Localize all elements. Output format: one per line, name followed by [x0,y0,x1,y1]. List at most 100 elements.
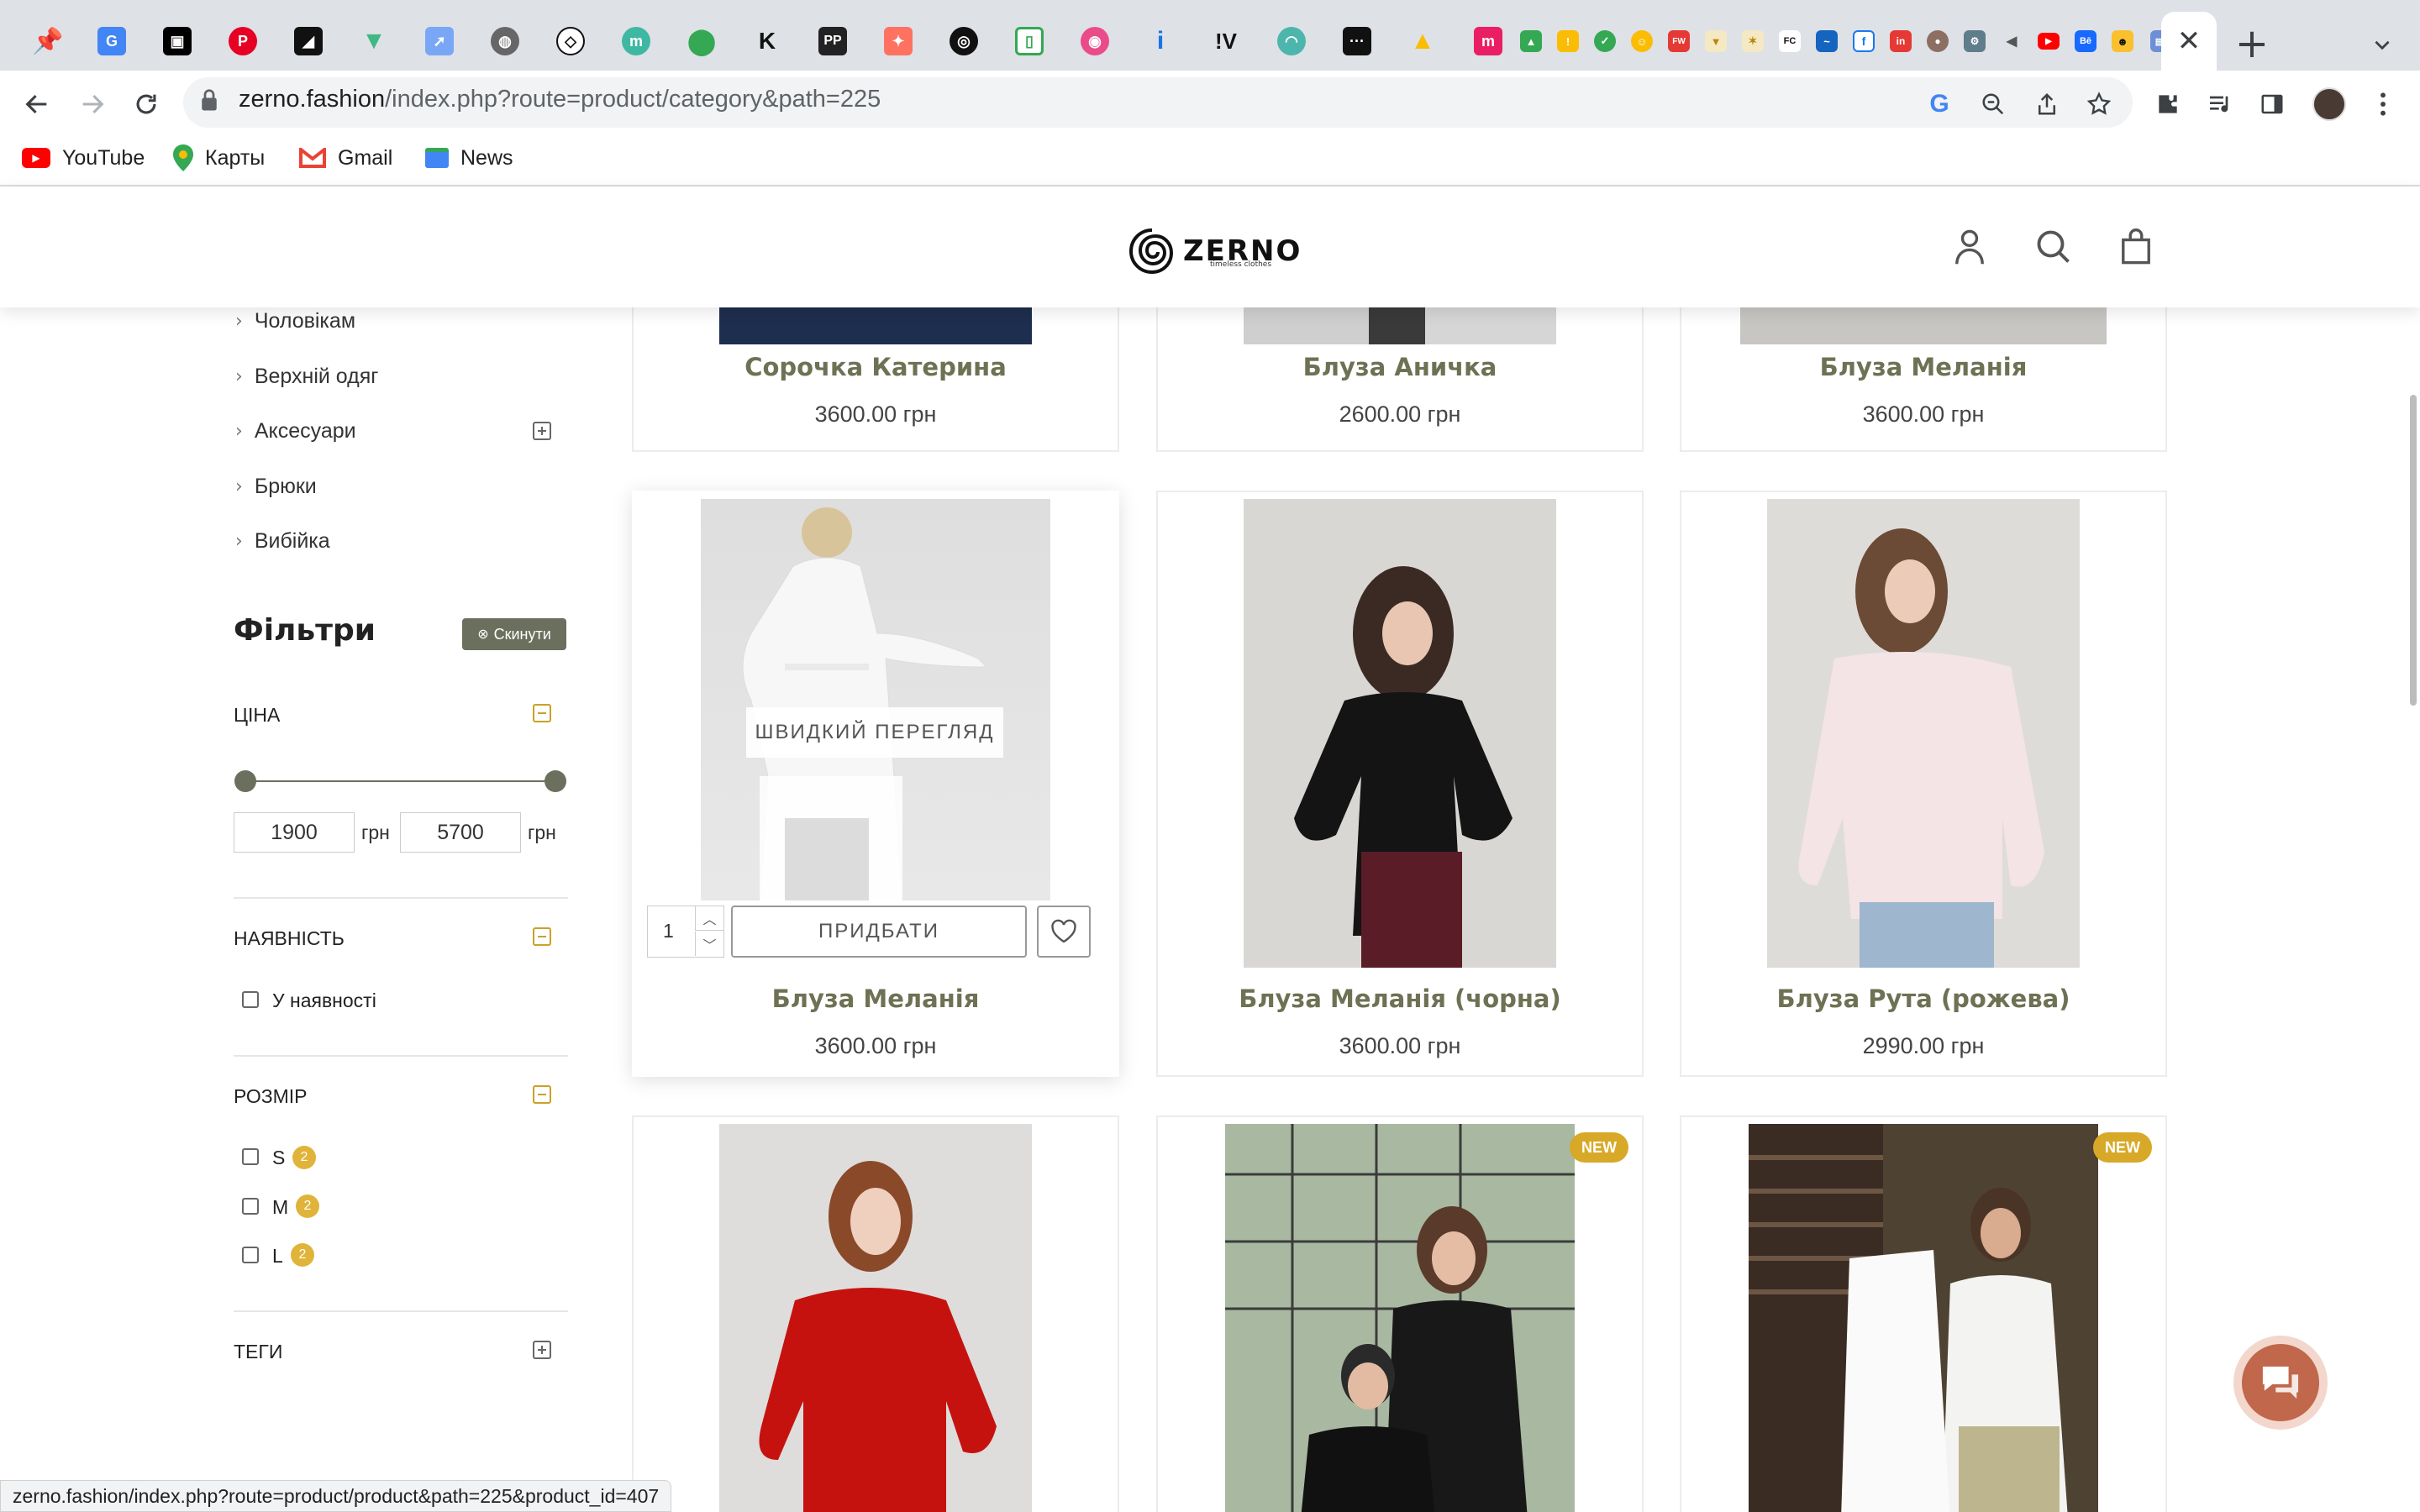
tab-robot[interactable]: ☻ [2104,12,2141,71]
tab-dribbble[interactable]: ◉ [1065,12,1124,71]
product-name[interactable]: Блуза Рута (рожева) [1681,984,2165,1013]
category-outerwear[interactable]: › Верхній одяг [235,365,378,389]
collapse-availability-icon[interactable] [533,927,551,946]
product-image[interactable] [1740,307,2107,344]
chat-widget-button[interactable] [2233,1336,2328,1430]
media-icon[interactable] [2196,81,2244,128]
tab-star[interactable]: ✶ [1734,12,1771,71]
product-card[interactable]: Блуза Меланія 3600.00 грн [1680,286,2167,452]
product-image[interactable] [719,1124,1032,1512]
tab-note[interactable]: ! [1549,12,1586,71]
tab-info[interactable]: i [1131,12,1190,71]
expand-accessories-icon[interactable] [533,422,551,440]
tab-spiral[interactable]: ◎ [934,12,993,71]
tab-globe[interactable]: ◍ [476,12,534,71]
product-card[interactable]: Блуза Меланія 3600.00 грн [632,491,1119,1077]
lock-icon[interactable] [198,87,220,117]
close-icon[interactable]: ✕ [2177,24,2202,58]
tab-behance[interactable]: Bē [2067,12,2104,71]
quantity-down-icon[interactable]: ﹀ [695,932,723,956]
product-image[interactable] [1244,499,1556,968]
in-stock-checkbox[interactable] [242,991,259,1008]
tab-k[interactable]: K [738,12,797,71]
search-icon[interactable] [2032,225,2075,269]
wishlist-button[interactable] [1037,906,1091,958]
account-icon[interactable] [1948,225,1991,269]
google-lens-icon[interactable]: G [1916,81,1963,128]
tab-in[interactable]: in [1882,12,1919,71]
tab-tools[interactable]: ⚙ [1956,12,1993,71]
tab-youtube[interactable]: ▶ [2030,12,2067,71]
page-scrollbar[interactable] [2410,395,2417,706]
tab-maps[interactable]: ⬤ [672,12,731,71]
tab-sound[interactable]: ◀ [1993,12,2030,71]
tab-phone[interactable]: ▯ [1000,12,1059,71]
logo[interactable]: ZERNO timeless clothes [1126,225,1302,277]
product-card[interactable]: Блуза Меланія (чорна) 3600.00 грн [1156,491,1644,1077]
url-text[interactable]: zerno.fashion/index.php?route=product/ca… [239,86,881,113]
forward-button[interactable] [69,81,116,128]
product-card[interactable] [632,1116,1119,1512]
price-slider-track[interactable] [245,780,556,782]
bookmark-maps[interactable]: Карты [173,141,265,175]
size-l-checkbox[interactable] [242,1247,259,1263]
tab-fw[interactable]: FW [1660,12,1697,71]
product-name[interactable]: Блуза Меланія [1681,353,2165,381]
product-card[interactable]: NEW [1156,1116,1644,1512]
size-m-checkbox[interactable] [242,1198,259,1215]
profile-avatar[interactable] [2306,81,2353,128]
tab-vue[interactable]: ▼ [345,12,403,71]
bookmark-gmail[interactable]: Gmail [299,141,392,175]
product-image[interactable] [1244,307,1556,344]
tab-m[interactable]: m [1459,12,1518,71]
tab-figma[interactable]: ✦ [869,12,928,71]
tab-pin[interactable]: 📌 [18,12,77,71]
tab-person[interactable]: ● [1919,12,1956,71]
bookmark-youtube[interactable]: ▶ YouTube [22,141,145,175]
collapse-size-icon[interactable] [533,1085,551,1104]
product-card[interactable]: Блуза Аничка 2600.00 грн [1156,286,1644,452]
product-image[interactable] [701,499,1050,900]
price-min-input[interactable]: 1900 [234,812,355,853]
product-name[interactable]: Сорочка Катерина [634,353,1118,381]
tab-pinterest[interactable]: P [213,12,272,71]
product-card[interactable]: Блуза Рута (рожева) 2990.00 грн [1680,491,2167,1077]
tab-notion[interactable]: ◢ [279,12,338,71]
tab-active[interactable]: ✕ [2161,12,2217,71]
back-button[interactable] [13,81,60,128]
product-name[interactable]: Блуза Меланія [634,984,1118,1013]
tab-arrow[interactable]: ➚ [410,12,469,71]
tab-shield[interactable]: ▼ [1697,12,1734,71]
extensions-icon[interactable] [2144,81,2191,128]
category-men[interactable]: › Чоловікам [235,309,355,333]
tab-translate[interactable]: G [82,12,141,71]
sidepanel-icon[interactable] [2249,81,2296,128]
cart-icon[interactable] [2114,225,2158,269]
product-name[interactable]: Блуза Аничка [1158,353,1642,381]
product-card[interactable]: NEW [1680,1116,2167,1512]
product-name[interactable]: Блуза Меланія (чорна) [1158,984,1642,1013]
reset-filters-button[interactable]: ⊗ Скинути [462,618,566,650]
product-card[interactable]: Сорочка Катерина 3600.00 грн [632,286,1119,452]
tab-pp[interactable]: PP [803,12,862,71]
tab-fc[interactable]: FC [1771,12,1808,71]
share-icon[interactable] [2023,81,2070,128]
tab-codepen[interactable]: ◇ [541,12,600,71]
product-image[interactable] [719,307,1032,344]
quick-view-button[interactable]: ШВИДКИЙ ПЕРЕГЛЯД [746,707,1003,758]
tab-smile[interactable]: ☺ [1623,12,1660,71]
zoom-icon[interactable] [1970,81,2017,128]
tab-hand[interactable]: ~ [1808,12,1845,71]
price-slider-min-handle[interactable] [234,770,256,792]
tab-drive2[interactable]: ▲ [1512,12,1549,71]
category-accessories[interactable]: › Аксесуари [235,419,356,444]
price-slider-max-handle[interactable] [544,770,566,792]
quantity-up-icon[interactable]: ︿ [695,906,723,931]
category-vybiyka[interactable]: › Вибійка [235,529,330,554]
tab-ai[interactable]: ◠ [1262,12,1321,71]
tab-v[interactable]: !V [1197,12,1255,71]
quantity-value[interactable]: 1 [663,920,674,942]
tab-miro[interactable]: m [607,12,666,71]
product-image[interactable] [1225,1124,1575,1512]
category-trousers[interactable]: › Брюки [235,475,317,499]
